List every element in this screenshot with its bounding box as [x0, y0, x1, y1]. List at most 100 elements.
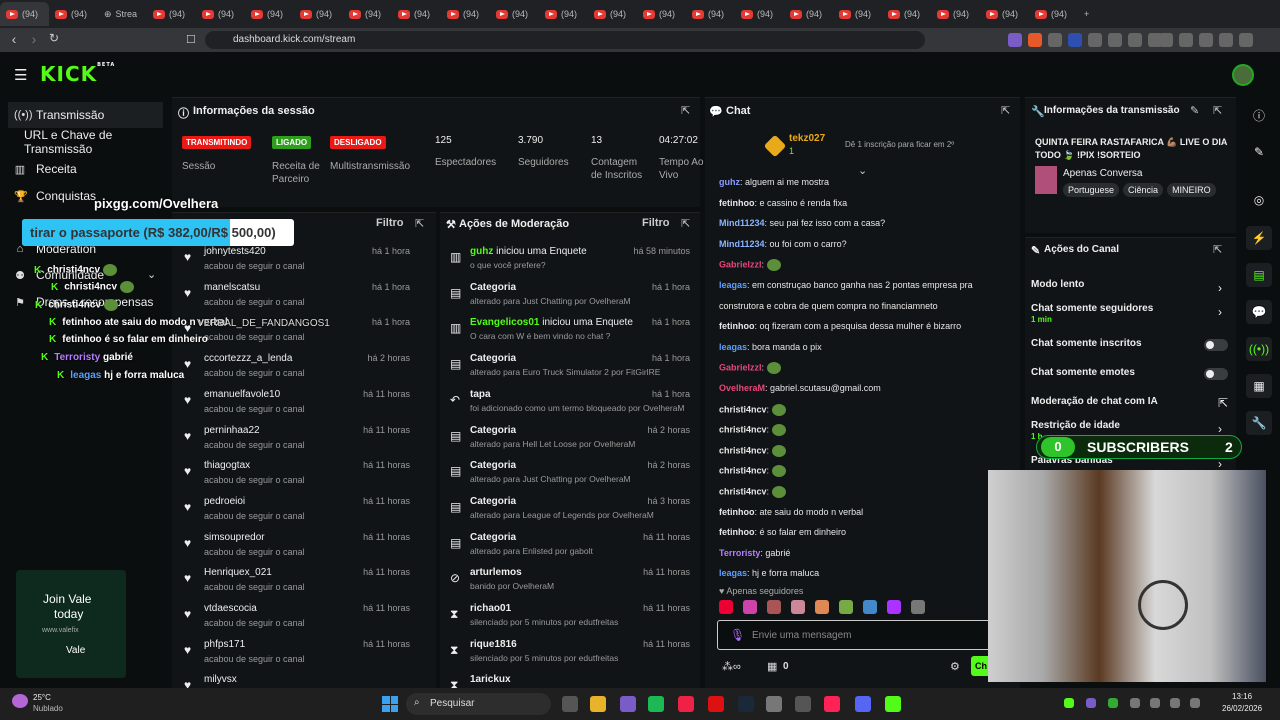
moderation-row[interactable]: ⧗ 1arickux	[440, 673, 700, 688]
file-explorer-icon[interactable]	[590, 696, 606, 712]
browser-tab[interactable]: (94)	[637, 2, 686, 26]
app-icon[interactable]	[795, 696, 811, 712]
extension-icon[interactable]	[1028, 33, 1042, 47]
taskbar-search[interactable]: ⌕ Pesquisar	[406, 693, 551, 715]
chat-username[interactable]: fetinhoo	[719, 321, 755, 331]
chat-username[interactable]: fetinhoo	[719, 507, 755, 517]
browser-tab[interactable]: (94)	[735, 2, 784, 26]
follower-row[interactable]: ♥ thiagogtax acabou de seguir o canal há 11…	[172, 459, 422, 495]
emote-icon[interactable]	[743, 600, 757, 614]
toggle-switch[interactable]	[1204, 368, 1228, 380]
emote-icon[interactable]	[863, 600, 877, 614]
chat-username[interactable]: Gabrielzzl	[719, 363, 762, 373]
follower-row[interactable]: ♥ simsoupredor acabou de seguir o canal há …	[172, 531, 422, 567]
chat-username[interactable]: christi4ncv	[719, 404, 767, 414]
popout-icon[interactable]: ⇱	[681, 104, 690, 117]
tray-icon[interactable]	[1108, 698, 1118, 708]
channel-option-label[interactable]: Restrição de idade	[1031, 420, 1120, 431]
channel-option-label[interactable]: Chat somente emotes	[1031, 367, 1135, 378]
hamburger-menu-icon[interactable]: ☰	[14, 66, 27, 84]
tray-icon[interactable]	[1064, 698, 1074, 708]
channel-option-label[interactable]: Chat somente inscritos	[1031, 338, 1142, 349]
steam-icon[interactable]	[738, 696, 754, 712]
followers-filter-button[interactable]: Filtro	[376, 217, 404, 229]
moderation-row[interactable]: ▤ Categoria alterado para League of Legend…	[440, 495, 700, 531]
broadcast-icon[interactable]: ((•))	[1246, 337, 1272, 361]
extension-icon[interactable]	[1008, 33, 1022, 47]
windows-start-icon[interactable]	[382, 696, 398, 712]
bookmark-icon[interactable]: ☐	[186, 33, 196, 46]
wallet-icon[interactable]	[1199, 33, 1213, 47]
moderation-row[interactable]: ▥ guhz iniciou uma Enquete o que você pref…	[440, 245, 700, 281]
follower-row[interactable]: ♥ manelscatsu acabou de seguir o canal há 1…	[172, 281, 422, 317]
discord-icon[interactable]	[855, 696, 871, 712]
chevron-down-icon[interactable]: ⌄	[147, 268, 156, 281]
chat-username[interactable]: Mind11234	[719, 218, 765, 228]
task-view-icon[interactable]	[562, 696, 578, 712]
moderation-row[interactable]: ▤ Categoria alterado para Just Chatting po…	[440, 459, 700, 495]
brave-icon[interactable]	[824, 696, 840, 712]
moderation-row[interactable]: ⧗ rique1816 silenciado por 5 minutos por e…	[440, 638, 700, 674]
channel-option-label[interactable]: Chat somente seguidores	[1031, 303, 1153, 314]
tray-icon[interactable]	[1170, 698, 1180, 708]
browser-tab[interactable]: (94)	[539, 2, 588, 26]
tag[interactable]: MINEIRO	[1167, 183, 1216, 197]
sidebar-item-1[interactable]: URL e Chave de Transmissão	[8, 128, 163, 156]
moderation-row[interactable]: ↶ tapa foi adicionado como um termo bloque…	[440, 388, 700, 424]
edit-icon[interactable]: ✎	[1246, 145, 1272, 159]
browser-tab[interactable]: (94)	[931, 2, 980, 26]
community-icon[interactable]: ⁂∞	[722, 660, 741, 673]
new-tab-icon[interactable]: +	[1078, 2, 1127, 26]
chat-input[interactable]: 🎙 Envie uma mensagem	[717, 620, 1007, 650]
popout-icon[interactable]: ⇱	[415, 217, 424, 230]
opera-icon[interactable]	[708, 696, 724, 712]
lightning-icon[interactable]: ⚡	[1246, 226, 1272, 250]
chat-username[interactable]: Gabrielzzl	[719, 260, 762, 270]
chevron-right-icon[interactable]: ›	[1218, 305, 1222, 319]
follower-row[interactable]: ♥ perninhaa22 acabou de seguir o canal há 1…	[172, 424, 422, 460]
media-icon[interactable]	[1159, 33, 1173, 47]
browser-tab[interactable]: (94)	[196, 2, 245, 26]
app-icon[interactable]	[766, 696, 782, 712]
moderation-row[interactable]: ▤ Categoria alterado para Euro Truck Simul…	[440, 352, 700, 388]
tag[interactable]: Ciência	[1123, 183, 1164, 197]
emote-icon[interactable]	[887, 600, 901, 614]
browser-tab[interactable]: (94)	[833, 2, 882, 26]
reload-icon[interactable]: ↻	[44, 31, 64, 45]
tray-icon[interactable]	[1190, 698, 1200, 708]
toggle-switch[interactable]	[1204, 339, 1228, 351]
tray-icon[interactable]	[1130, 698, 1140, 708]
follower-row[interactable]: ♥ cccortezzz_a_lenda acabou de seguir o ca…	[172, 352, 422, 388]
emote-icon[interactable]	[719, 600, 733, 614]
browser-tab[interactable]: (94)	[686, 2, 735, 26]
follower-row[interactable]: ♥ pedroeioi acabou de seguir o canal há 11 …	[172, 495, 422, 531]
browser-tab[interactable]: (94)	[0, 2, 49, 26]
tray-icon[interactable]	[1150, 698, 1160, 708]
kick-logo[interactable]: KICKBETA	[40, 62, 115, 86]
chat-username[interactable]: christi4ncv	[719, 425, 767, 435]
collapse-icon[interactable]: ⌄	[858, 164, 867, 177]
extension-icon[interactable]	[1108, 33, 1122, 47]
chat-username[interactable]: Terroristy	[719, 548, 760, 558]
wrench-icon[interactable]: 🔧	[1246, 411, 1272, 435]
emote-icon[interactable]	[815, 600, 829, 614]
browser-tab[interactable]: (94)	[882, 2, 931, 26]
emote-icon[interactable]	[767, 600, 781, 614]
browser-tab[interactable]: (94)	[588, 2, 637, 26]
follower-row[interactable]: ♥ emanuelfavole10 acabou de seguir o canal…	[172, 388, 422, 424]
browser-tab[interactable]: (94)	[294, 2, 343, 26]
chat-username[interactable]: leagas	[719, 280, 747, 290]
moderation-row[interactable]: ▤ Categoria alterado para Hell Let Loose p…	[440, 424, 700, 460]
store-icon[interactable]: ▦	[1246, 374, 1272, 398]
browser-tab[interactable]: (94)	[980, 2, 1029, 26]
app-icon[interactable]	[620, 696, 636, 712]
emote-icon[interactable]	[791, 600, 805, 614]
info-icon[interactable]: ⓘ	[1246, 107, 1272, 124]
avatar[interactable]	[1232, 64, 1254, 86]
shield-icon[interactable]	[1219, 33, 1233, 47]
chat-username[interactable]: fetinhoo	[719, 527, 755, 537]
sidebar-item-0[interactable]: ((•)) Transmissão	[8, 102, 163, 128]
browser-tab[interactable]: (94)	[1029, 2, 1078, 26]
browser-tab[interactable]: (94)	[490, 2, 539, 26]
browser-tab[interactable]: (94)	[784, 2, 833, 26]
